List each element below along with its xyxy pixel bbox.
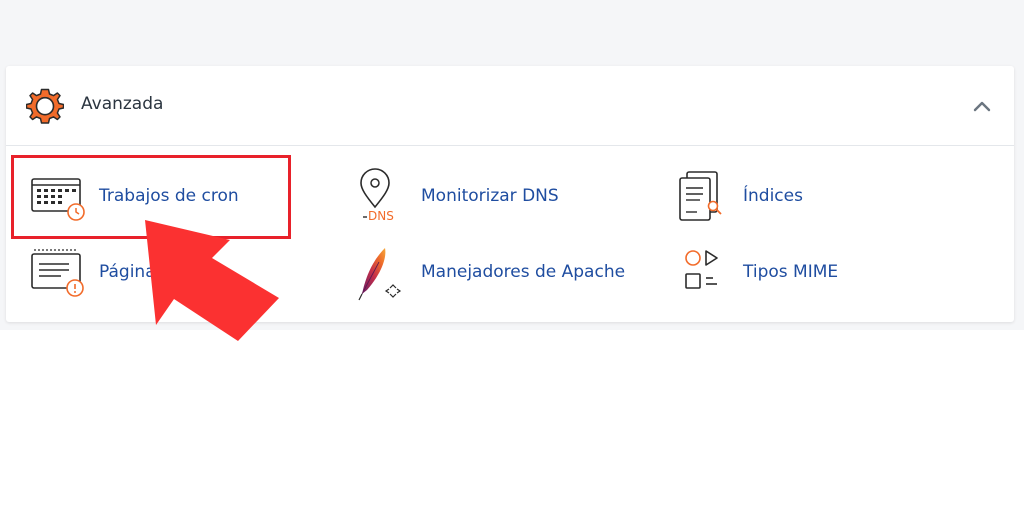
chevron-up-icon[interactable] bbox=[970, 96, 994, 116]
menu-item-apache-handlers[interactable]: Manejadores de Apache bbox=[353, 244, 653, 304]
menu-item-label: Manejadores de Apache bbox=[421, 262, 626, 282]
menu-item-dns-monitor[interactable]: DNS Monitorizar DNS bbox=[353, 168, 613, 228]
pointer-arrow-icon bbox=[145, 220, 279, 341]
shapes-icon bbox=[685, 250, 718, 289]
menu-item-label: Índices bbox=[743, 186, 803, 206]
section-title: Avanzada bbox=[81, 94, 164, 114]
dns-icon-text: DNS bbox=[368, 209, 394, 223]
menu-item-mime-types[interactable]: Tipos MIME bbox=[675, 244, 875, 304]
menu-item-indexes[interactable]: Índices bbox=[675, 168, 875, 228]
document-alert-icon bbox=[31, 249, 84, 297]
menu-item-label: Tipos MIME bbox=[743, 262, 839, 282]
apache-feather-icon bbox=[358, 248, 402, 301]
menu-item-label: Monitorizar DNS bbox=[421, 186, 559, 206]
section-header[interactable]: Avanzada bbox=[6, 66, 1014, 146]
gear-icon bbox=[26, 88, 64, 124]
document-search-icon bbox=[679, 171, 722, 221]
location-pin-dns-icon: DNS bbox=[360, 168, 394, 223]
